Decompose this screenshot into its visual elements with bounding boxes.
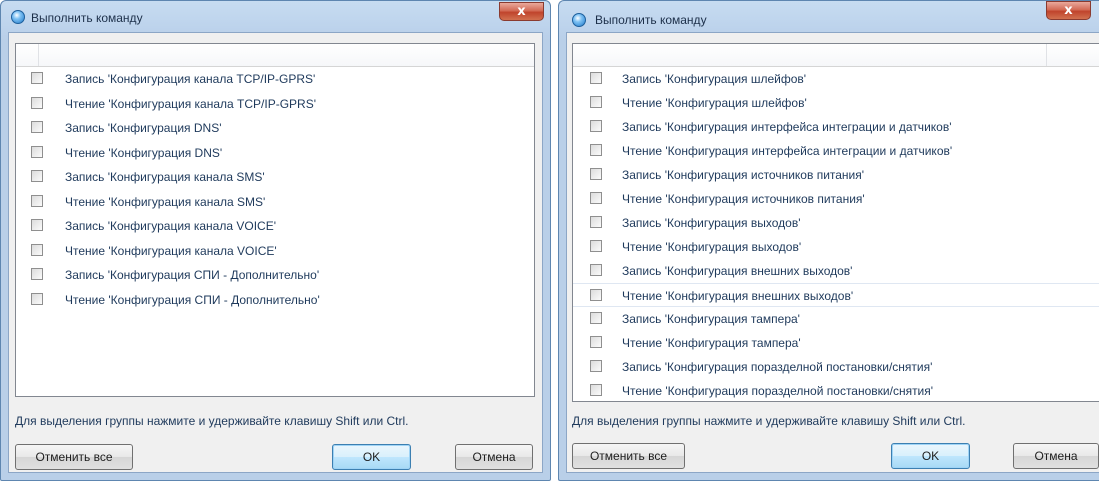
item-checkbox[interactable] (31, 96, 43, 109)
item-label: Запись 'Конфигурация шлейфов' (622, 72, 807, 86)
item-label: Запись 'Конфигурация внешних выходов' (622, 264, 853, 278)
list-item[interactable]: Чтение 'Конфигурация выходов' (573, 235, 1099, 259)
list-item[interactable]: Чтение 'Конфигурация DNS' (16, 141, 534, 166)
ok-button[interactable]: OK (891, 443, 970, 469)
item-checkbox[interactable] (31, 72, 43, 84)
cancel-button[interactable]: Отмена (1013, 443, 1099, 469)
item-checkbox[interactable] (31, 170, 43, 182)
command-list[interactable]: Запись 'Конфигурация шлейфов' Чтение 'Ко… (572, 43, 1099, 402)
item-checkbox[interactable] (31, 292, 43, 305)
list-item[interactable]: Чтение 'Конфигурация тампера' (573, 331, 1099, 355)
item-checkbox[interactable] (590, 312, 602, 324)
item-label: Чтение 'Конфигурация СПИ - Дополнительно… (65, 292, 320, 307)
list-item[interactable]: Запись 'Конфигурация канала TCP/IP-GPRS' (16, 67, 534, 92)
item-label: Запись 'Конфигурация поразделной постано… (622, 360, 933, 374)
item-label: Чтение 'Конфигурация канала VOICE' (65, 243, 277, 258)
dialog-title: Выполнить команду (595, 13, 707, 27)
item-label: Чтение 'Конфигурация внешних выходов' (622, 289, 854, 303)
list-item[interactable]: Запись 'Конфигурация канала SMS' (16, 165, 534, 190)
cancel-button[interactable]: Отмена (455, 444, 533, 470)
app-icon (572, 13, 586, 27)
item-checkbox[interactable] (590, 192, 602, 204)
item-label: Запись 'Конфигурация DNS' (65, 121, 222, 135)
item-checkbox[interactable] (31, 121, 43, 133)
list-header (573, 44, 1099, 67)
list-item[interactable]: Чтение 'Конфигурация канала VOICE' (16, 239, 534, 264)
command-dialog-right: Выполнить команду x Запись 'Конфигурация… (558, 0, 1099, 481)
item-checkbox[interactable] (590, 72, 602, 84)
item-label: Чтение 'Конфигурация поразделной постано… (622, 384, 934, 398)
ok-button[interactable]: OK (332, 444, 411, 470)
list-item[interactable]: Запись 'Конфигурация DNS' (16, 116, 534, 141)
item-label: Запись 'Конфигурация канала TCP/IP-GPRS' (65, 72, 316, 86)
item-label: Запись 'Конфигурация СПИ - Дополнительно… (65, 268, 320, 282)
list-item[interactable]: Чтение 'Конфигурация интерфейса интеграц… (573, 139, 1099, 163)
selection-hint: Для выделения группы нажмите и удерживай… (15, 414, 409, 428)
dialog-client-area: Запись 'Конфигурация шлейфов' Чтение 'Ко… (566, 32, 1099, 473)
item-checkbox[interactable] (31, 145, 43, 158)
dialog-title: Выполнить команду (31, 11, 143, 25)
item-checkbox[interactable] (590, 264, 602, 276)
app-icon (11, 10, 25, 24)
dialog-client-area: Запись 'Конфигурация канала TCP/IP-GPRS'… (8, 32, 543, 473)
header-separator (38, 44, 39, 66)
item-label: Запись 'Конфигурация источников питания' (622, 168, 865, 182)
item-checkbox[interactable] (590, 289, 602, 301)
list-item[interactable]: Запись 'Конфигурация источников питания' (573, 163, 1099, 187)
list-item[interactable]: Чтение 'Конфигурация канала SMS' (16, 190, 534, 215)
item-checkbox[interactable] (31, 268, 43, 280)
list-item[interactable]: Запись 'Конфигурация внешних выходов' (573, 259, 1099, 283)
item-label: Чтение 'Конфигурация источников питания' (622, 192, 865, 206)
item-label: Запись 'Конфигурация выходов' (622, 216, 801, 230)
item-checkbox[interactable] (590, 336, 602, 348)
item-checkbox[interactable] (590, 240, 602, 252)
list-item[interactable]: Чтение 'Конфигурация канала TCP/IP-GPRS' (16, 92, 534, 117)
list-item[interactable]: Запись 'Конфигурация СПИ - Дополнительно… (16, 263, 534, 288)
item-label: Чтение 'Конфигурация выходов' (622, 240, 802, 254)
item-label: Запись 'Конфигурация интерфейса интеграц… (622, 120, 952, 134)
clear-all-button[interactable]: Отменить все (15, 444, 133, 470)
title-bar[interactable]: Выполнить команду x (1, 1, 550, 31)
item-checkbox[interactable] (590, 168, 602, 180)
selection-hint: Для выделения группы нажмите и удерживай… (572, 414, 966, 428)
list-item[interactable]: Запись 'Конфигурация поразделной постано… (573, 355, 1099, 379)
item-checkbox[interactable] (590, 216, 602, 228)
item-label: Чтение 'Конфигурация шлейфов' (622, 96, 807, 110)
list-item[interactable]: Запись 'Конфигурация выходов' (573, 211, 1099, 235)
header-separator (1046, 44, 1047, 66)
list-item[interactable]: Чтение 'Конфигурация внешних выходов' (573, 283, 1099, 307)
command-list[interactable]: Запись 'Конфигурация канала TCP/IP-GPRS'… (15, 43, 535, 397)
title-bar[interactable]: Выполнить команду x (559, 1, 1099, 31)
list-item[interactable]: Чтение 'Конфигурация поразделной постано… (573, 379, 1099, 403)
clear-all-button[interactable]: Отменить все (572, 443, 685, 469)
list-item[interactable]: Чтение 'Конфигурация шлейфов' (573, 91, 1099, 115)
item-label: Запись 'Конфигурация тампера' (622, 312, 800, 326)
item-checkbox[interactable] (590, 96, 602, 108)
item-checkbox[interactable] (590, 360, 602, 372)
item-checkbox[interactable] (31, 243, 43, 256)
item-checkbox[interactable] (590, 384, 602, 396)
item-checkbox[interactable] (31, 219, 43, 231)
list-header (16, 44, 534, 67)
item-checkbox[interactable] (590, 144, 602, 156)
list-item[interactable]: Запись 'Конфигурация тампера' (573, 307, 1099, 331)
list-item[interactable]: Чтение 'Конфигурация СПИ - Дополнительно… (16, 288, 534, 313)
command-dialog-left: Выполнить команду x Запись 'Конфигурация… (0, 0, 551, 481)
close-button[interactable]: x (1046, 1, 1091, 20)
item-checkbox[interactable] (31, 194, 43, 207)
item-label: Чтение 'Конфигурация DNS' (65, 145, 223, 160)
item-checkbox[interactable] (590, 120, 602, 132)
list-item[interactable]: Чтение 'Конфигурация источников питания' (573, 187, 1099, 211)
close-button[interactable]: x (499, 2, 544, 21)
item-label: Чтение 'Конфигурация интерфейса интеграц… (622, 144, 953, 158)
item-label: Чтение 'Конфигурация тампера' (622, 336, 801, 350)
item-label: Запись 'Конфигурация канала VOICE' (65, 219, 276, 233)
list-item[interactable]: Запись 'Конфигурация интерфейса интеграц… (573, 115, 1099, 139)
item-label: Запись 'Конфигурация канала SMS' (65, 170, 265, 184)
list-item[interactable]: Запись 'Конфигурация канала VOICE' (16, 214, 534, 239)
list-item[interactable]: Запись 'Конфигурация шлейфов' (573, 67, 1099, 91)
item-label: Чтение 'Конфигурация канала SMS' (65, 194, 266, 209)
item-label: Чтение 'Конфигурация канала TCP/IP-GPRS' (65, 96, 316, 111)
